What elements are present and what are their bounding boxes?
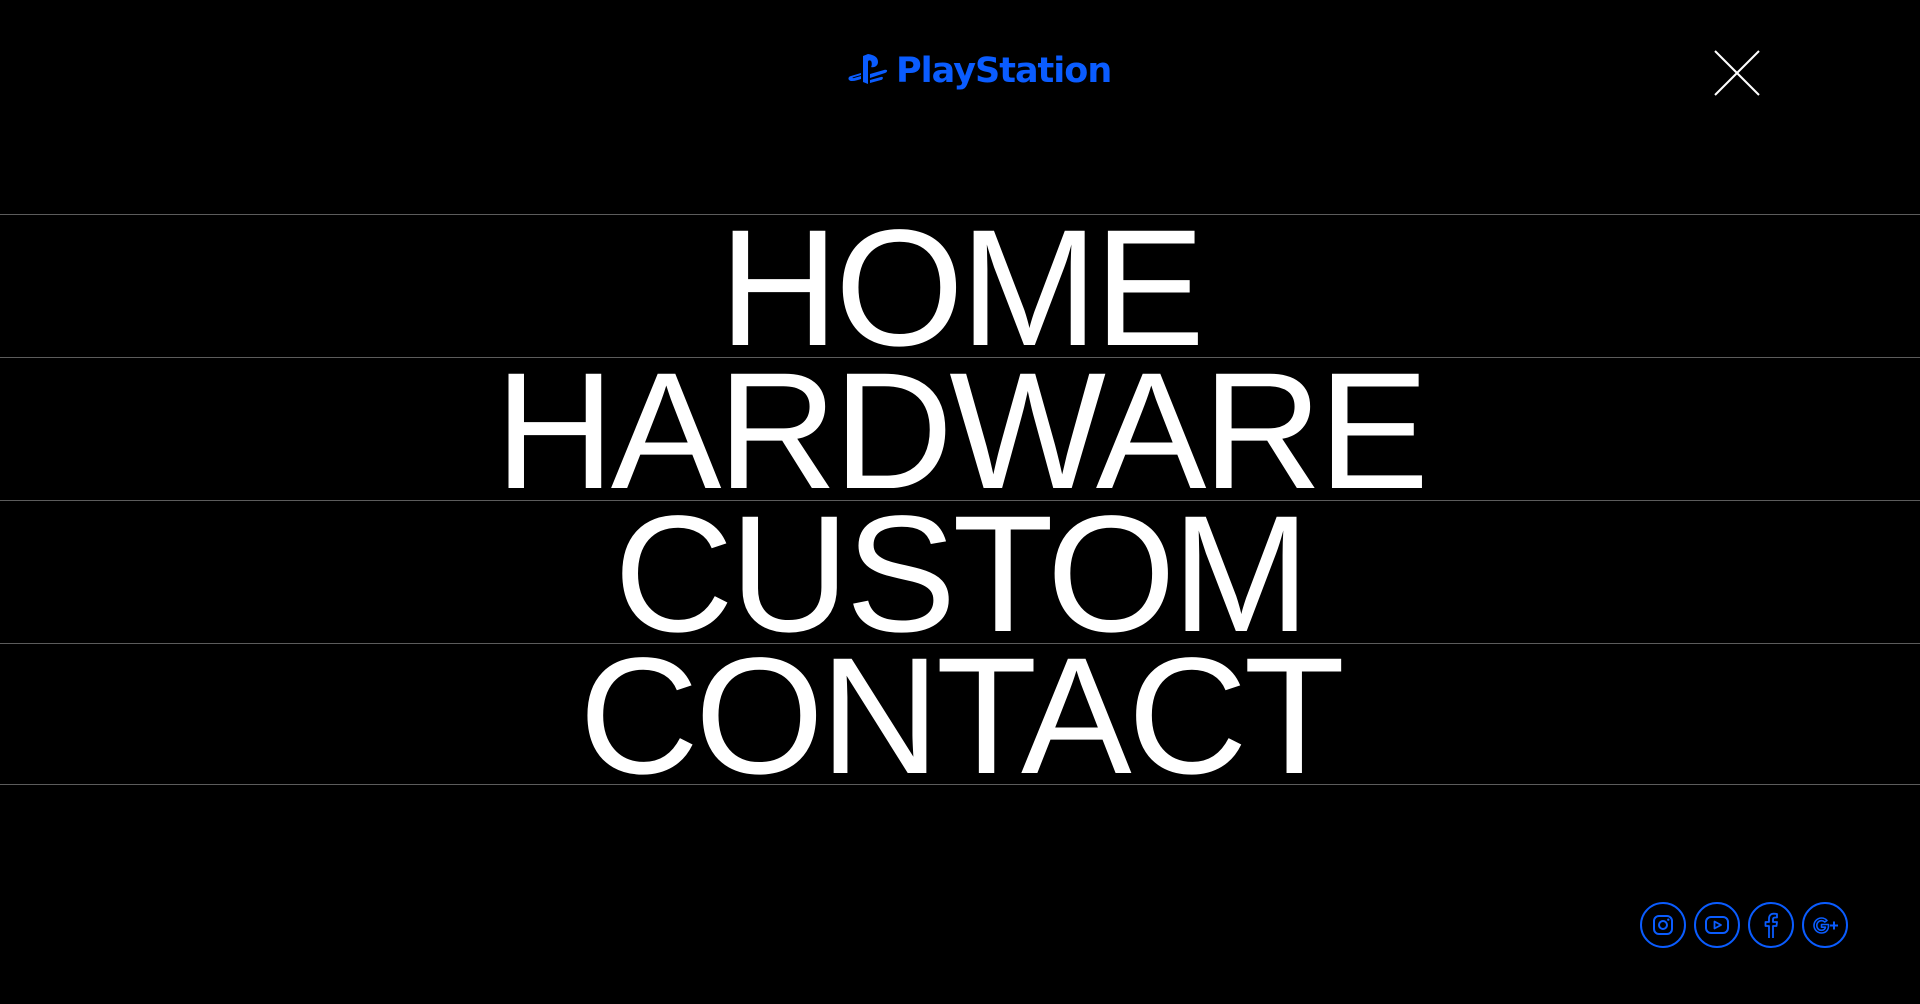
google-plus-icon[interactable] (1802, 902, 1848, 948)
main-menu: HOME HARDWARE CUSTOM CONTACT (0, 206, 1920, 800)
menu-item-label: CONTACT (579, 624, 1345, 809)
facebook-icon[interactable] (1748, 902, 1794, 948)
close-button[interactable] (1712, 48, 1762, 98)
menu-item-contact[interactable]: CONTACT (0, 634, 1920, 800)
youtube-icon[interactable] (1694, 902, 1740, 948)
playstation-logo[interactable]: PlayStation (848, 50, 1112, 92)
playstation-logo-icon (848, 54, 888, 88)
social-links (1640, 902, 1848, 948)
menu-item-custom[interactable]: CUSTOM (0, 492, 1920, 658)
instagram-icon[interactable] (1640, 902, 1686, 948)
logo-text: PlayStation (896, 50, 1112, 91)
menu-item-home[interactable]: HOME (0, 206, 1920, 372)
menu-item-hardware[interactable]: HARDWARE (0, 349, 1920, 515)
close-icon (1712, 48, 1762, 98)
